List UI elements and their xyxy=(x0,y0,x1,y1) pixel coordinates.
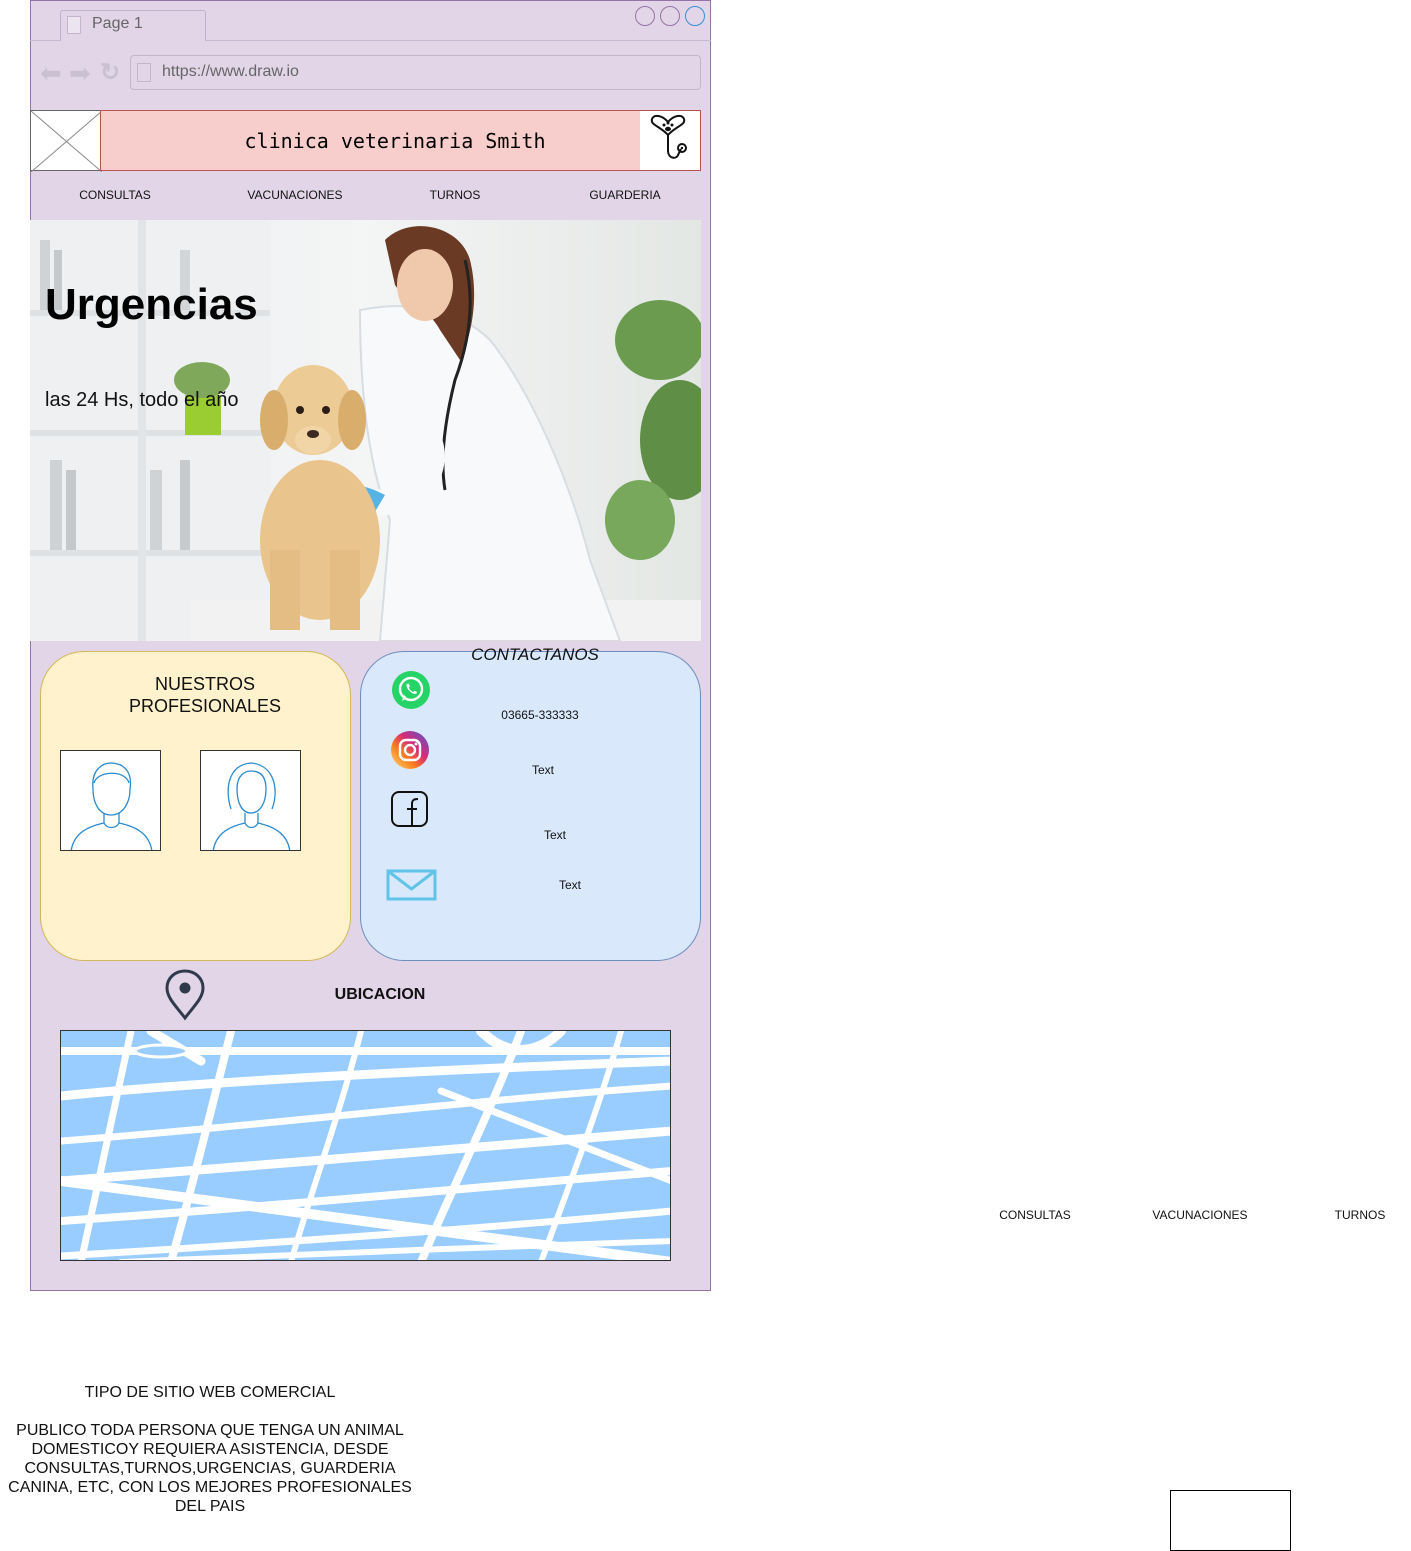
hero-subtitle: las 24 Hs, todo el año xyxy=(45,389,239,411)
minimize-button[interactable] xyxy=(635,6,655,26)
instagram-icon[interactable] xyxy=(390,730,430,775)
professional-avatar-female[interactable] xyxy=(200,750,301,851)
logo-placeholder xyxy=(30,110,102,172)
nav-guarderia[interactable]: GUARDERIA xyxy=(550,188,700,202)
empty-box[interactable] xyxy=(1170,1490,1291,1551)
whatsapp-icon[interactable] xyxy=(391,670,431,715)
facebook-icon[interactable] xyxy=(390,790,430,833)
project-notes: TIPO DE SITIO WEB COMERCIAL PUBLICO TODA… xyxy=(0,1383,420,1535)
page-icon xyxy=(67,16,81,34)
nav-turnos[interactable]: TURNOS xyxy=(380,188,530,202)
maximize-button[interactable] xyxy=(660,6,680,26)
mail-icon[interactable] xyxy=(386,869,437,906)
site-type-note: TIPO DE SITIO WEB COMERCIAL xyxy=(84,1384,336,1401)
vet-logo-icon xyxy=(640,111,700,170)
page-icon xyxy=(137,63,151,82)
contact-title: CONTACTANOS xyxy=(471,645,599,664)
contact-phone[interactable]: 03665-333333 xyxy=(480,708,600,722)
location-map[interactable] xyxy=(60,1030,671,1261)
audience-note: PUBLICO TODA PERSONA QUE TENGA UN ANIMAL… xyxy=(8,1422,412,1515)
close-button[interactable] xyxy=(685,6,705,26)
professional-avatar-male[interactable] xyxy=(60,750,161,851)
nav-vacunaciones[interactable]: VACUNACIONES xyxy=(220,188,370,202)
contact-instagram-text[interactable]: Text xyxy=(483,763,603,777)
site-title: clinica veterinaria Smith xyxy=(244,128,546,153)
professionals-title: NUESTROS PROFESIONALES xyxy=(128,674,282,716)
forward-arrow-icon[interactable]: ➡ xyxy=(69,60,91,86)
hero-title: Urgencias xyxy=(45,280,258,329)
reload-icon[interactable]: ↻ xyxy=(100,60,120,86)
browser-tab-label: Page 1 xyxy=(92,15,143,32)
ext-nav-consultas[interactable]: CONSULTAS xyxy=(975,1208,1095,1222)
address-bar-url[interactable]: https://www.draw.io xyxy=(162,63,299,81)
location-title: UBICACION xyxy=(334,986,426,1003)
ext-nav-vacunaciones[interactable]: VACUNACIONES xyxy=(1140,1208,1260,1222)
ext-nav-turnos[interactable]: TURNOS xyxy=(1300,1208,1411,1222)
location-pin-icon xyxy=(160,968,210,1027)
nav-consultas[interactable]: CONSULTAS xyxy=(40,188,190,202)
back-arrow-icon[interactable]: ⬅ xyxy=(40,60,62,86)
contact-mail-text[interactable]: Text xyxy=(510,878,630,892)
contact-facebook-text[interactable]: Text xyxy=(495,828,615,842)
